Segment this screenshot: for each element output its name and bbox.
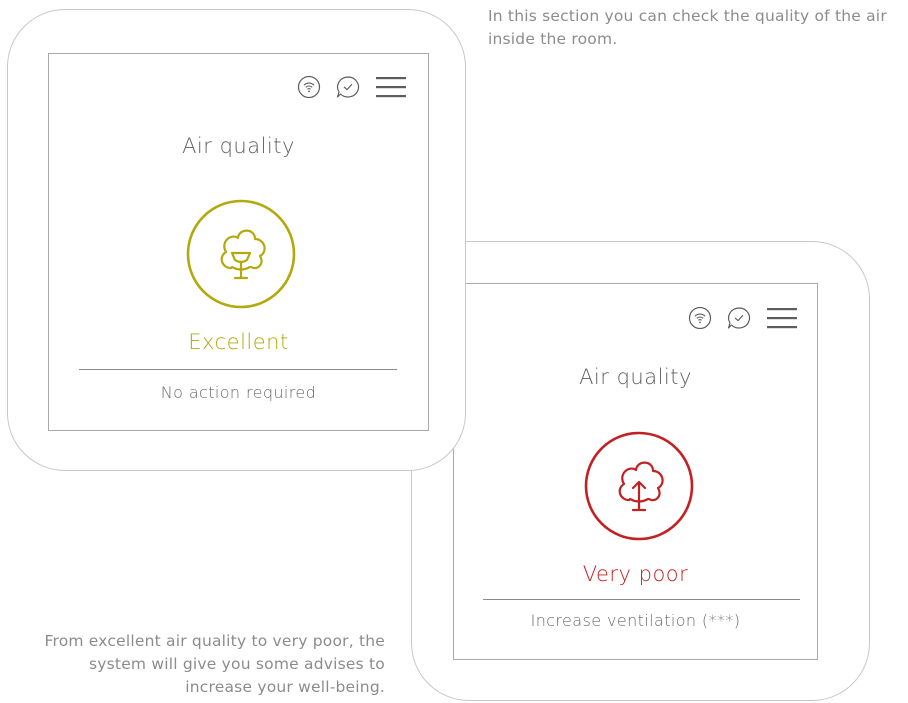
- action-advice: No action required: [160, 383, 317, 402]
- action-advice: Increase ventilation (***): [530, 611, 741, 630]
- device-screen: Air quality Very poor Increase ventilati…: [453, 283, 818, 660]
- top-toolbar: [688, 306, 797, 334]
- device-screen: Air quality Excellent No action required: [48, 53, 429, 431]
- menu-icon[interactable]: [767, 307, 797, 333]
- chat-check-icon[interactable]: [726, 306, 752, 334]
- top-toolbar: [297, 75, 406, 103]
- stage: In this section you can check the qualit…: [0, 0, 908, 703]
- tree-ring-icon: [584, 431, 694, 541]
- quality-status: Very poor: [582, 562, 689, 586]
- menu-icon[interactable]: [376, 76, 406, 102]
- outro-caption: From excellent air quality to very poor,…: [44, 632, 385, 696]
- wifi-icon[interactable]: [297, 75, 321, 103]
- panel-title: Air quality: [579, 365, 692, 389]
- intro-caption: In this section you can check the qualit…: [488, 7, 887, 48]
- divider: [483, 599, 800, 600]
- tree-ring-icon: [186, 199, 296, 309]
- thermostat-device-very-poor: Air quality Very poor Increase ventilati…: [411, 241, 870, 701]
- quality-status: Excellent: [188, 330, 289, 354]
- thermostat-device-excellent: Air quality Excellent No action required: [7, 9, 466, 471]
- wifi-icon[interactable]: [688, 306, 712, 334]
- chat-check-icon[interactable]: [335, 75, 361, 103]
- divider: [79, 369, 397, 370]
- panel-title: Air quality: [182, 134, 295, 158]
